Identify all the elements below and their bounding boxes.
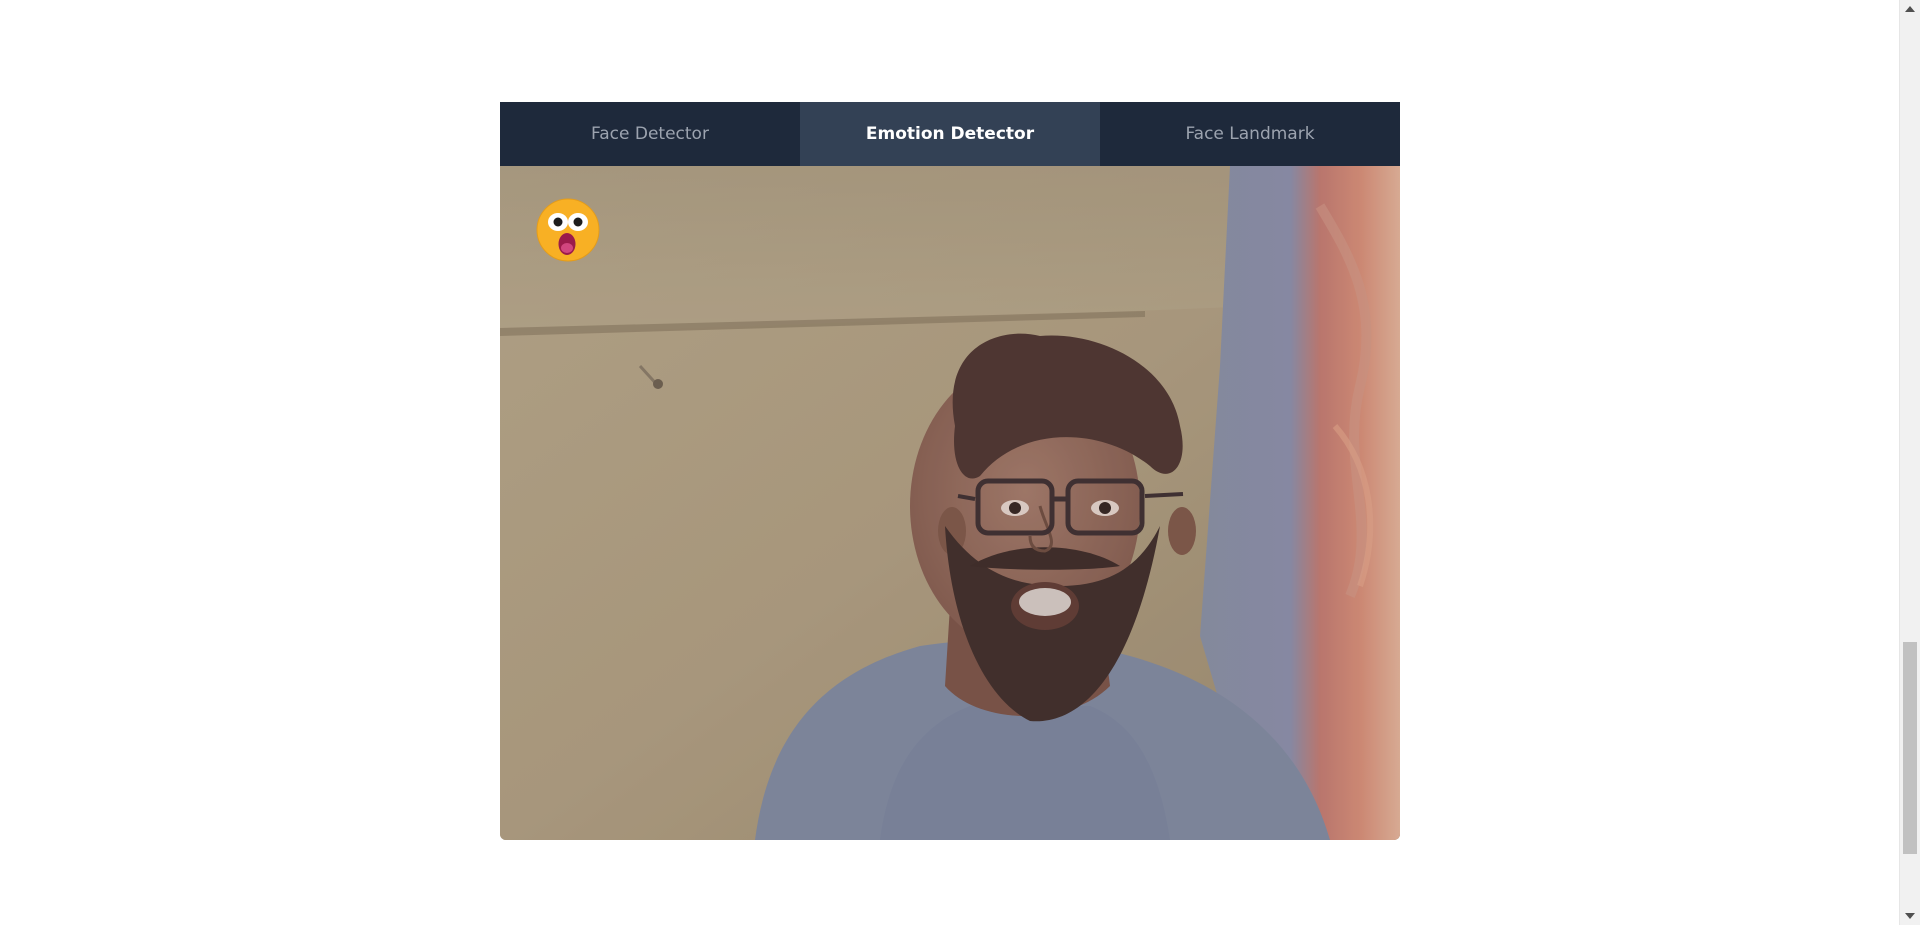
tab-face-landmark[interactable]: Face Landmark [1100, 102, 1400, 166]
scrollbar-thumb[interactable] [1903, 642, 1917, 854]
tab-bar: Face Detector Emotion Detector Face Land… [500, 102, 1400, 166]
tab-face-detector[interactable]: Face Detector [500, 102, 800, 166]
page-scrollbar[interactable] [1899, 0, 1920, 925]
webcam-frame-image [500, 166, 1400, 840]
surprised-face-icon [536, 198, 600, 262]
scroll-down-arrow-icon[interactable] [1905, 913, 1915, 919]
detector-widget: Face Detector Emotion Detector Face Land… [500, 102, 1400, 840]
scroll-up-arrow-icon[interactable] [1905, 6, 1915, 12]
tab-emotion-detector[interactable]: Emotion Detector [800, 102, 1100, 166]
webcam-video-feed [500, 166, 1400, 840]
